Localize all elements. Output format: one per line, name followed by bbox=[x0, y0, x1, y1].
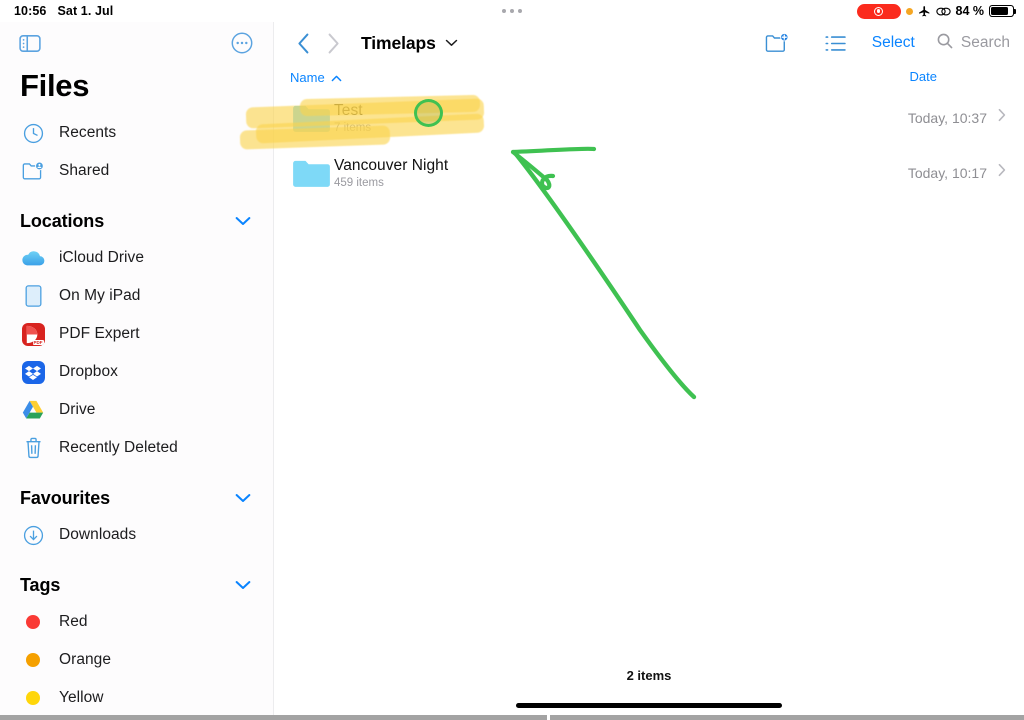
folder-title: Timelaps bbox=[361, 32, 436, 53]
chevron-down-icon[interactable] bbox=[235, 577, 251, 595]
ipad-icon bbox=[21, 285, 45, 307]
items-count: 2 items bbox=[626, 668, 672, 683]
section-title: Favourites bbox=[20, 488, 111, 508]
shared-folder-icon bbox=[21, 161, 45, 181]
sidebar-item-label: Recents bbox=[59, 124, 117, 141]
sidebar-toolbar bbox=[0, 22, 273, 64]
chevron-down-icon[interactable] bbox=[235, 213, 251, 231]
bottom-edge-band bbox=[0, 715, 1024, 720]
chevron-right-icon[interactable] bbox=[998, 163, 1006, 182]
search-icon bbox=[937, 33, 953, 54]
section-title: Locations bbox=[20, 211, 105, 231]
chevron-right-icon[interactable] bbox=[998, 108, 1006, 127]
sidebar-item-drive[interactable]: Drive bbox=[0, 391, 273, 429]
new-folder-icon[interactable] bbox=[765, 33, 789, 53]
status-bar: 10:56 Sat 1. Jul 84 % bbox=[0, 0, 1024, 22]
sidebar-item-label: Drive bbox=[59, 401, 96, 418]
orange-privacy-dot-icon bbox=[905, 7, 913, 15]
icloud-icon bbox=[21, 250, 45, 267]
file-browser-pane: Timelaps Select Search Name Date Test 7 … bbox=[274, 22, 1024, 720]
search-placeholder: Search bbox=[960, 34, 1010, 51]
sidebar-item-pdf-expert[interactable]: PDF PDF Expert bbox=[0, 315, 273, 353]
google-drive-icon bbox=[21, 400, 45, 420]
column-header-name[interactable]: Name bbox=[290, 70, 342, 85]
select-button[interactable]: Select bbox=[872, 34, 915, 52]
folder-icon bbox=[292, 158, 334, 188]
three-dots-icon bbox=[502, 9, 522, 13]
sidebar-item-label: Shared bbox=[59, 162, 110, 179]
tag-dot-icon bbox=[21, 691, 45, 705]
chevron-up-icon bbox=[331, 70, 342, 85]
chevron-down-icon[interactable] bbox=[445, 39, 458, 47]
home-indicator bbox=[516, 702, 782, 708]
sidebar-item-downloads[interactable]: Downloads bbox=[0, 516, 273, 554]
sidebar-item-label: Yellow bbox=[59, 689, 104, 706]
sidebar-item-label: Orange bbox=[59, 651, 111, 668]
file-subtitle: 459 items bbox=[334, 176, 384, 189]
file-subtitle: 7 items bbox=[334, 121, 372, 134]
battery-percent: 84 % bbox=[955, 4, 985, 18]
table-row-text: Vancouver Night 459 items bbox=[334, 157, 448, 189]
download-circle-icon bbox=[21, 525, 45, 546]
ipad-files-screen: 10:56 Sat 1. Jul 84 % Files Recents Shar… bbox=[0, 0, 1024, 720]
sidebar-item-label: PDF Expert bbox=[59, 325, 140, 342]
table-row-meta: Today, 10:37 bbox=[908, 108, 1024, 127]
section-title: Tags bbox=[20, 575, 61, 595]
screen-mirroring-icon bbox=[935, 6, 951, 17]
column-header-date[interactable]: Date bbox=[910, 68, 1004, 86]
file-name: Vancouver Night bbox=[334, 156, 449, 174]
file-date: Today, 10:37 bbox=[907, 109, 987, 126]
table-row-text: Test 7 items bbox=[334, 102, 371, 134]
back-button[interactable] bbox=[288, 33, 318, 54]
table-row[interactable]: Test 7 items Today, 10:37 bbox=[274, 90, 1024, 145]
file-name: Test bbox=[334, 101, 363, 119]
sidebar-item-shared[interactable]: Shared bbox=[0, 152, 273, 190]
column-header-date-label: Date bbox=[909, 69, 937, 84]
sidebar-item-on-my-ipad[interactable]: On My iPad bbox=[0, 277, 273, 315]
sidebar-item-tag-orange[interactable]: Orange bbox=[0, 641, 273, 679]
sidebar-item-icloud-drive[interactable]: iCloud Drive bbox=[0, 239, 273, 277]
folder-icon bbox=[292, 103, 334, 133]
sidebar-item-tag-yellow[interactable]: Yellow bbox=[0, 679, 273, 717]
sidebar-item-tag-red[interactable]: Red bbox=[0, 603, 273, 641]
column-header-name-label: Name bbox=[290, 69, 325, 85]
airplane-mode-icon bbox=[918, 5, 931, 18]
page-title: Files bbox=[20, 68, 90, 103]
sidebar-item-label: On My iPad bbox=[59, 287, 141, 304]
sidebar-item-recents[interactable]: Recents bbox=[0, 114, 273, 152]
sidebar-item-label: Downloads bbox=[59, 526, 137, 543]
column-headers: Name Date bbox=[274, 64, 1024, 90]
status-bar-right: 84 % bbox=[856, 0, 1017, 22]
sidebar-item-label: iCloud Drive bbox=[59, 249, 145, 266]
battery-icon bbox=[989, 5, 1017, 17]
sidebar-section-favourites[interactable]: Favourites bbox=[0, 467, 273, 516]
forward-button bbox=[318, 33, 348, 54]
main-toolbar: Timelaps Select Search bbox=[274, 22, 1024, 64]
search-input[interactable]: Search bbox=[937, 33, 1010, 54]
table-row-meta: Today, 10:17 bbox=[908, 163, 1024, 182]
trash-icon bbox=[21, 437, 45, 459]
more-circle-icon[interactable] bbox=[231, 32, 253, 54]
clock-icon bbox=[21, 123, 45, 144]
pdf-expert-icon: PDF bbox=[21, 322, 45, 346]
file-date: Today, 10:17 bbox=[907, 164, 987, 181]
screen-recording-pill-icon[interactable] bbox=[856, 3, 901, 19]
sidebar-item-label: Recently Deleted bbox=[59, 439, 178, 456]
sidebar-item-recently-deleted[interactable]: Recently Deleted bbox=[0, 429, 273, 467]
tag-dot-icon bbox=[21, 615, 45, 629]
file-list: Test 7 items Today, 10:37 Vancouver Nigh… bbox=[274, 90, 1024, 200]
dropbox-icon bbox=[21, 360, 45, 384]
tag-dot-icon bbox=[21, 653, 45, 667]
sidebar-section-locations[interactable]: Locations bbox=[0, 190, 273, 239]
list-view-icon[interactable] bbox=[825, 35, 846, 52]
sidebar-section-tags[interactable]: Tags bbox=[0, 554, 273, 603]
sidebar: Files Recents Shared Locations iCloud Dr… bbox=[0, 22, 274, 720]
main-toolbar-actions: Select Search bbox=[765, 33, 1024, 54]
sidebar-item-label: Red bbox=[59, 613, 88, 630]
table-row[interactable]: Vancouver Night 459 items Today, 10:17 bbox=[274, 145, 1024, 200]
chevron-down-icon[interactable] bbox=[235, 490, 251, 508]
sidebar-toggle-icon[interactable] bbox=[19, 34, 41, 53]
sidebar-item-dropbox[interactable]: Dropbox bbox=[0, 353, 273, 391]
sidebar-item-label: Dropbox bbox=[59, 363, 118, 380]
